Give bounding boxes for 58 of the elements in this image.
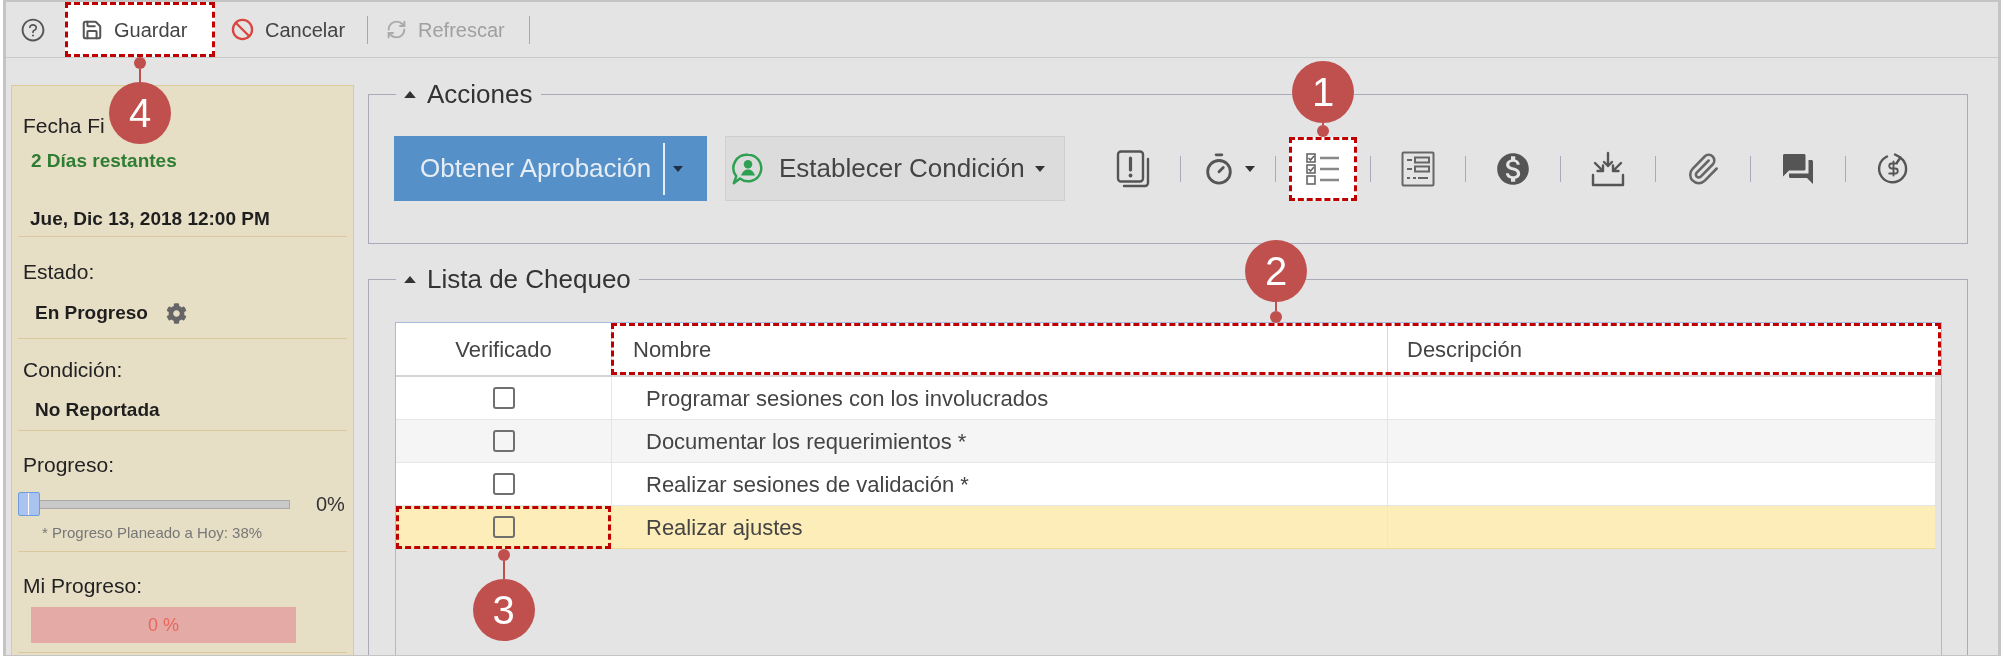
table-row[interactable]: Documentar los requerimientos * (396, 420, 1935, 463)
field-label: Progreso: (23, 453, 115, 477)
due-date: Jue, Dic 13, 2018 12:00 PM (30, 207, 270, 231)
field-label: Mi Progreso: (23, 574, 143, 598)
checkbox[interactable] (492, 516, 515, 538)
leader-line (497, 549, 510, 579)
checkbox[interactable] (492, 430, 515, 452)
checklist-icon (1305, 150, 1341, 187)
tool-button[interactable] (1686, 151, 1720, 186)
callout-marker: 2 (1245, 240, 1307, 302)
callout-marker: 3 (472, 579, 535, 641)
highlight-frame (1289, 136, 1357, 201)
prohibited-icon (231, 18, 254, 41)
help-icon[interactable] (20, 16, 46, 43)
table-cell: Programar sesiones con los involucrados (611, 377, 1387, 419)
slider-track[interactable] (18, 492, 290, 516)
checkbox[interactable] (492, 387, 515, 409)
tool-button[interactable] (1116, 149, 1150, 188)
progress-reading: 0% (316, 492, 345, 516)
column-header[interactable]: Nombre (611, 323, 1387, 375)
field-label: Condición: (23, 358, 123, 382)
list-detail-icon (1401, 150, 1435, 187)
section-toggle[interactable]: Acciones (404, 79, 533, 109)
caret-down-icon (1244, 165, 1255, 172)
table-row[interactable]: Programar sesiones con los involucrados (396, 377, 1935, 420)
leader-line (134, 57, 146, 82)
condition-button[interactable]: Establecer Condición (725, 136, 1065, 201)
toolbar-button[interactable]: Cancelar (231, 14, 346, 45)
section-toggle[interactable]: Lista de Chequeo (404, 264, 631, 294)
download-tray-icon (1590, 150, 1626, 187)
column-header[interactable]: Verificado (396, 323, 611, 375)
table-row[interactable]: Realizar ajustes (396, 506, 1935, 549)
callout-marker: 1 (1292, 60, 1354, 123)
table-cell: Realizar ajustes (611, 506, 1387, 548)
person-chat-icon (731, 151, 765, 186)
tool-button[interactable] (1289, 136, 1357, 201)
settings-icon[interactable] (166, 302, 187, 324)
planned-progress-note: * Progreso Planeado a Hoy: 38% (42, 523, 263, 543)
slider-thumb[interactable] (18, 492, 40, 516)
field-label: Estado: (23, 260, 95, 284)
paperclip-icon (1686, 151, 1720, 186)
tool-button[interactable] (1590, 150, 1626, 187)
refresh-icon (386, 19, 408, 40)
progress-readout: 0 % (31, 607, 296, 643)
column-header[interactable]: Descripción (1387, 323, 1941, 375)
leader-line (1270, 302, 1282, 323)
alert-documents-icon (1116, 149, 1150, 188)
remaining-days: 2 Días restantes (31, 149, 177, 173)
table-cell: Documentar los requerimientos * (611, 420, 1387, 462)
caret-down-icon (1034, 165, 1045, 172)
caret-down-icon (673, 165, 684, 172)
checkbox[interactable] (492, 473, 515, 495)
status-value: En Progreso (35, 301, 148, 325)
field-label: Fecha Fi (23, 114, 105, 138)
condition-value: No Reportada (35, 398, 160, 422)
table-row[interactable]: Realizar sesiones de validación * (396, 463, 1935, 506)
tool-button[interactable] (1401, 150, 1435, 187)
table-cell: Realizar sesiones de validación * (611, 463, 1387, 505)
